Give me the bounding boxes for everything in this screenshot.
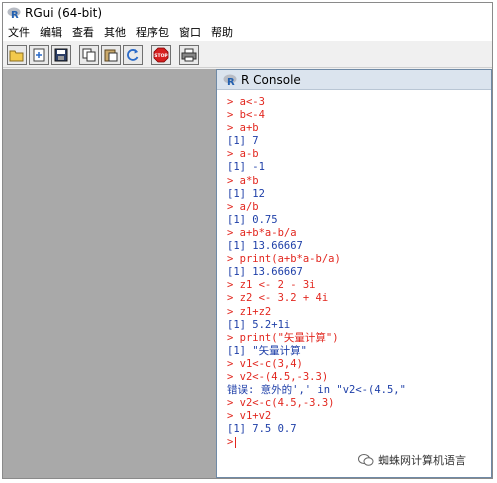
console-input-line: > v1<-c(3,4) [227, 357, 303, 370]
refresh-icon [127, 48, 139, 61]
console-input-line: > a+b [227, 122, 259, 135]
r-logo-icon: R [7, 6, 21, 20]
console-input-line: > print(a+b*a-b/a) [227, 253, 341, 266]
console-error-line: 错误: 意外的',' in "v2<-(4.5," [227, 384, 406, 397]
stop-button[interactable]: STOP [151, 44, 171, 65]
menu-view[interactable]: 查看 [67, 24, 99, 40]
open-script-icon [9, 50, 24, 61]
console-prompt: > [227, 436, 234, 449]
console-output-line: [1] 7.5 0.7 [227, 423, 297, 436]
console-input-line: > b<-4 [227, 109, 265, 122]
menu-edit[interactable]: 编辑 [35, 24, 67, 40]
console-input-line: > a/b [227, 200, 259, 213]
wechat-icon [358, 454, 374, 466]
console-output-line: [1] 13.66667 [227, 240, 303, 253]
print-icon [181, 48, 197, 61]
load-workspace-icon [33, 48, 45, 61]
console-output[interactable]: > a<-3 > b<-4 > a+b [1] 7 > a-b [1] -1 > a*b [1… [217, 90, 491, 477]
paste-button[interactable] [101, 44, 121, 65]
console-input-line: > z1 <- 2 - 3i [227, 279, 316, 292]
copy-icon [82, 48, 96, 61]
console-input-line: > z1+z2 [227, 305, 272, 318]
console-input-line: > v2<-(4.5,-3.3) [227, 370, 329, 383]
console-output-line: [1] 12 [227, 187, 265, 200]
console-output-line: [1] 7 [227, 135, 259, 148]
console-input-line: > a*b [227, 174, 259, 187]
print-button[interactable] [179, 44, 199, 65]
menu-file[interactable]: 文件 [3, 24, 35, 40]
toolbar: STOP [3, 42, 492, 68]
svg-text:R: R [11, 10, 19, 20]
console-output-line: [1] 13.66667 [227, 266, 303, 279]
console-input-line: > z2 <- 3.2 + 4i [227, 292, 329, 305]
console-input-line: > a-b [227, 148, 259, 161]
console-output-line: [1] -1 [227, 161, 265, 174]
svg-text:R: R [227, 77, 235, 87]
r-console-window[interactable]: R R Console > a<-3 > b<-4 > a+b [1] 7 > a-b[… [216, 69, 492, 478]
rgui-window: R RGui (64-bit) 文件 编辑 查看 其他 程序包 窗口 帮助 ST… [2, 2, 493, 479]
menu-help[interactable]: 帮助 [206, 24, 238, 40]
console-input-line: > v1+v2 [227, 410, 272, 423]
menu-bar: 文件 编辑 查看 其他 程序包 窗口 帮助 [3, 23, 492, 41]
window-title: RGui (64-bit) [25, 6, 103, 20]
copy-paste-button[interactable] [123, 44, 143, 65]
console-input-line: > a<-3 [227, 96, 265, 108]
menu-misc[interactable]: 其他 [99, 24, 131, 40]
copy-button[interactable] [79, 44, 99, 65]
console-input-line: > a+b*a-b/a [227, 226, 297, 239]
title-bar: R RGui (64-bit) [3, 3, 492, 23]
watermark-text: 蜘蛛网计算机语言 [378, 454, 466, 467]
paste-icon [104, 49, 118, 61]
menu-windows[interactable]: 窗口 [174, 24, 206, 40]
console-input-line: > print("矢量计算") [227, 331, 339, 344]
open-script-button[interactable] [7, 44, 27, 65]
save-button[interactable] [51, 44, 71, 65]
console-output-line: [1] 5.2+1i [227, 318, 291, 331]
save-icon [54, 48, 68, 61]
console-input-line: > v2<-c(4.5,-3.3) [227, 397, 335, 410]
load-workspace-button[interactable] [29, 44, 49, 65]
menu-packages[interactable]: 程序包 [131, 24, 174, 40]
mdi-workspace: R R Console > a<-3 > b<-4 > a+b [1] 7 > a-b[… [3, 69, 492, 478]
watermark: 蜘蛛网计算机语言 [358, 452, 466, 468]
console-title: R Console [241, 72, 301, 87]
console-output-line: [1] 0.75 [227, 213, 278, 226]
text-cursor [235, 436, 237, 448]
console-prompt-line[interactable]: > [227, 436, 491, 449]
console-title-bar[interactable]: R R Console [217, 70, 491, 90]
console-output-line: [1] "矢量计算" [227, 344, 307, 357]
stop-icon: STOP [153, 47, 168, 62]
r-logo-icon: R [223, 73, 237, 87]
svg-text:STOP: STOP [154, 53, 168, 59]
